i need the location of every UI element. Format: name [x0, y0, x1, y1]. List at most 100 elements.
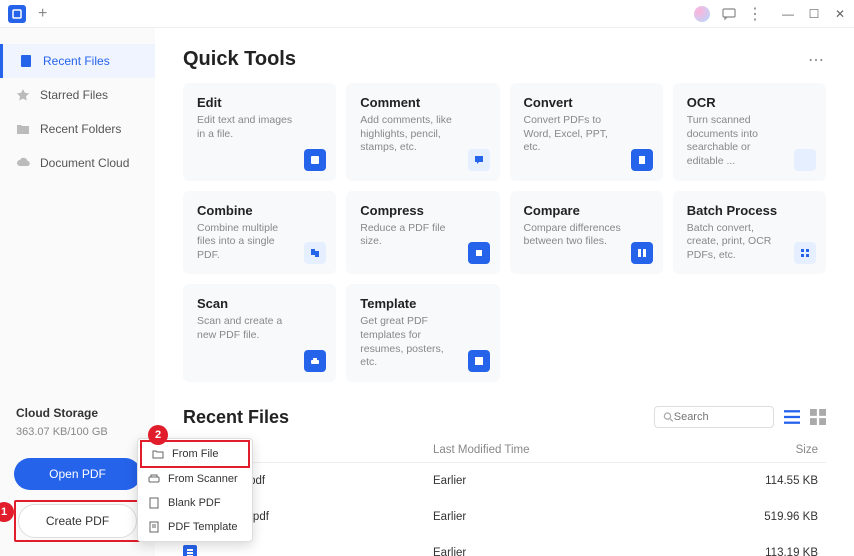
file-list-header: Name Last Modified Time Size	[183, 438, 826, 463]
kebab-menu-icon[interactable]: ⋮	[748, 7, 762, 21]
cloud-storage-info: Cloud Storage 363.07 KB/100 GB	[0, 394, 155, 450]
tool-card-compress[interactable]: Compress Reduce a PDF file size.	[346, 191, 499, 275]
tool-title: Edit	[197, 95, 322, 110]
tool-icon	[468, 149, 490, 171]
tool-card-combine[interactable]: CombineCombine multiple files into a sin…	[183, 191, 336, 275]
tool-title: Scan	[197, 296, 322, 311]
tool-desc: Convert PDFs to Word, Excel, PPT, etc.	[524, 114, 649, 155]
tool-icon	[631, 242, 653, 264]
cloud-icon	[16, 156, 30, 170]
file-modified: Earlier	[433, 475, 713, 487]
tool-desc: Edit text and images in a file.	[197, 114, 322, 141]
open-pdf-button[interactable]: Open PDF	[14, 458, 141, 490]
star-icon	[16, 88, 30, 102]
tool-card-scan[interactable]: Scan Scan and create a new PDF file.	[183, 284, 336, 382]
tool-card-ocr[interactable]: OCRTurn scanned documents into searchabl…	[673, 83, 826, 181]
menu-item-from-scanner[interactable]: From Scanner	[138, 467, 252, 491]
template-icon	[148, 521, 160, 533]
more-icon[interactable]: ⋯	[808, 50, 826, 70]
titlebar: + ⋮ — ☐ ✕	[0, 0, 854, 28]
tool-card-template[interactable]: TemplateGet great PDF templates for resu…	[346, 284, 499, 382]
sidebar-item-label: Starred Files	[40, 88, 108, 102]
tool-title: Comment	[360, 95, 485, 110]
close-button[interactable]: ✕	[834, 8, 846, 20]
cloud-storage-value: 363.07 KB/100 GB	[16, 426, 139, 438]
app-tab-icon[interactable]	[8, 5, 26, 23]
main-content: Quick Tools ⋯ Edit Edit text and images i…	[155, 28, 854, 556]
tool-icon	[468, 350, 490, 372]
list-view-icon[interactable]	[784, 409, 800, 425]
file-size: 114.55 KB	[713, 475, 826, 487]
annotation-badge-1: 1	[0, 502, 14, 522]
sidebar-item-label: Recent Files	[43, 54, 110, 68]
tool-title: Compress	[360, 203, 485, 218]
column-size[interactable]: Size	[713, 444, 826, 456]
sidebar-item-starred-files[interactable]: Starred Files	[0, 78, 155, 112]
search-input[interactable]	[674, 411, 765, 423]
tool-title: Combine	[197, 203, 322, 218]
tool-icon	[794, 242, 816, 264]
tool-icon	[631, 149, 653, 171]
file-row[interactable]: Architect.pdfEarlier519.96 KB	[183, 499, 826, 535]
menu-item-pdf-template[interactable]: PDF Template	[138, 515, 252, 539]
sidebar-item-label: Document Cloud	[40, 156, 129, 170]
tool-desc: Get great PDF templates for resumes, pos…	[360, 315, 485, 370]
chat-icon[interactable]	[722, 7, 736, 21]
blank-page-icon	[148, 497, 160, 509]
cloud-storage-title: Cloud Storage	[16, 406, 139, 420]
tool-desc: Add comments, like highlights, pencil, s…	[360, 114, 485, 155]
create-pdf-button[interactable]: Create PDF	[18, 504, 137, 538]
menu-item-label: PDF Template	[168, 521, 238, 533]
search-box[interactable]	[654, 406, 774, 428]
maximize-button[interactable]: ☐	[808, 8, 820, 20]
quick-tools-title: Quick Tools	[183, 48, 296, 71]
tool-icon	[304, 149, 326, 171]
file-modified: Earlier	[433, 547, 713, 556]
tool-card-comment[interactable]: Comment Add comments, like highlights, pe…	[346, 83, 499, 181]
tool-title: Batch Process	[687, 203, 812, 218]
recent-files-title: Recent Files	[183, 407, 289, 428]
column-modified[interactable]: Last Modified Time	[433, 444, 713, 456]
tool-desc: Reduce a PDF file size.	[360, 222, 485, 249]
document-icon	[19, 54, 33, 68]
create-pdf-context-menu: 2 From File From Scanner Blank PDF PDF T…	[137, 438, 253, 542]
tool-icon	[304, 350, 326, 372]
file-size: 519.96 KB	[713, 511, 826, 523]
tool-title: Compare	[524, 203, 649, 218]
file-modified: Earlier	[433, 511, 713, 523]
file-list: Name Last Modified Time Size contract.pd…	[183, 438, 826, 556]
tool-title: Convert	[524, 95, 649, 110]
tool-title: OCR	[687, 95, 812, 110]
menu-item-label: From Scanner	[168, 473, 238, 485]
minimize-button[interactable]: —	[782, 8, 794, 20]
tool-icon	[468, 242, 490, 264]
tool-desc: Scan and create a new PDF file.	[197, 315, 322, 342]
tool-card-batch-process[interactable]: Batch ProcessBatch convert, create, prin…	[673, 191, 826, 275]
file-row[interactable]: contract.pdfEarlier114.55 KB	[183, 463, 826, 499]
new-tab-button[interactable]: +	[38, 5, 47, 23]
scanner-icon	[148, 473, 160, 485]
sidebar: Recent Files Starred Files Recent Folder…	[0, 28, 155, 556]
folder-icon	[16, 122, 30, 136]
tools-grid: Edit Edit text and images in a file. Comme…	[183, 83, 826, 382]
file-size: 113.19 KB	[713, 547, 826, 556]
sidebar-item-recent-files[interactable]: Recent Files	[0, 44, 155, 78]
pdf-file-icon	[183, 545, 197, 556]
tool-card-compare[interactable]: Compare Compare differences between two f…	[510, 191, 663, 275]
grid-view-icon[interactable]	[810, 409, 826, 425]
tool-card-edit[interactable]: Edit Edit text and images in a file.	[183, 83, 336, 181]
search-icon	[663, 411, 674, 423]
sidebar-item-label: Recent Folders	[40, 122, 121, 136]
sidebar-item-document-cloud[interactable]: Document Cloud	[0, 146, 155, 180]
tool-desc: Compare differences between two files.	[524, 222, 649, 249]
menu-item-blank-pdf[interactable]: Blank PDF	[138, 491, 252, 515]
menu-item-label: Blank PDF	[168, 497, 221, 509]
ai-orb-icon[interactable]	[694, 6, 710, 22]
file-row[interactable]: Earlier113.19 KB	[183, 535, 826, 556]
tool-icon	[794, 149, 816, 171]
tool-card-convert[interactable]: Convert Convert PDFs to Word, Excel, PPT,…	[510, 83, 663, 181]
folder-open-icon	[152, 448, 164, 460]
menu-item-label: From File	[172, 448, 218, 460]
sidebar-item-recent-folders[interactable]: Recent Folders	[0, 112, 155, 146]
annotation-badge-2: 2	[148, 425, 168, 445]
